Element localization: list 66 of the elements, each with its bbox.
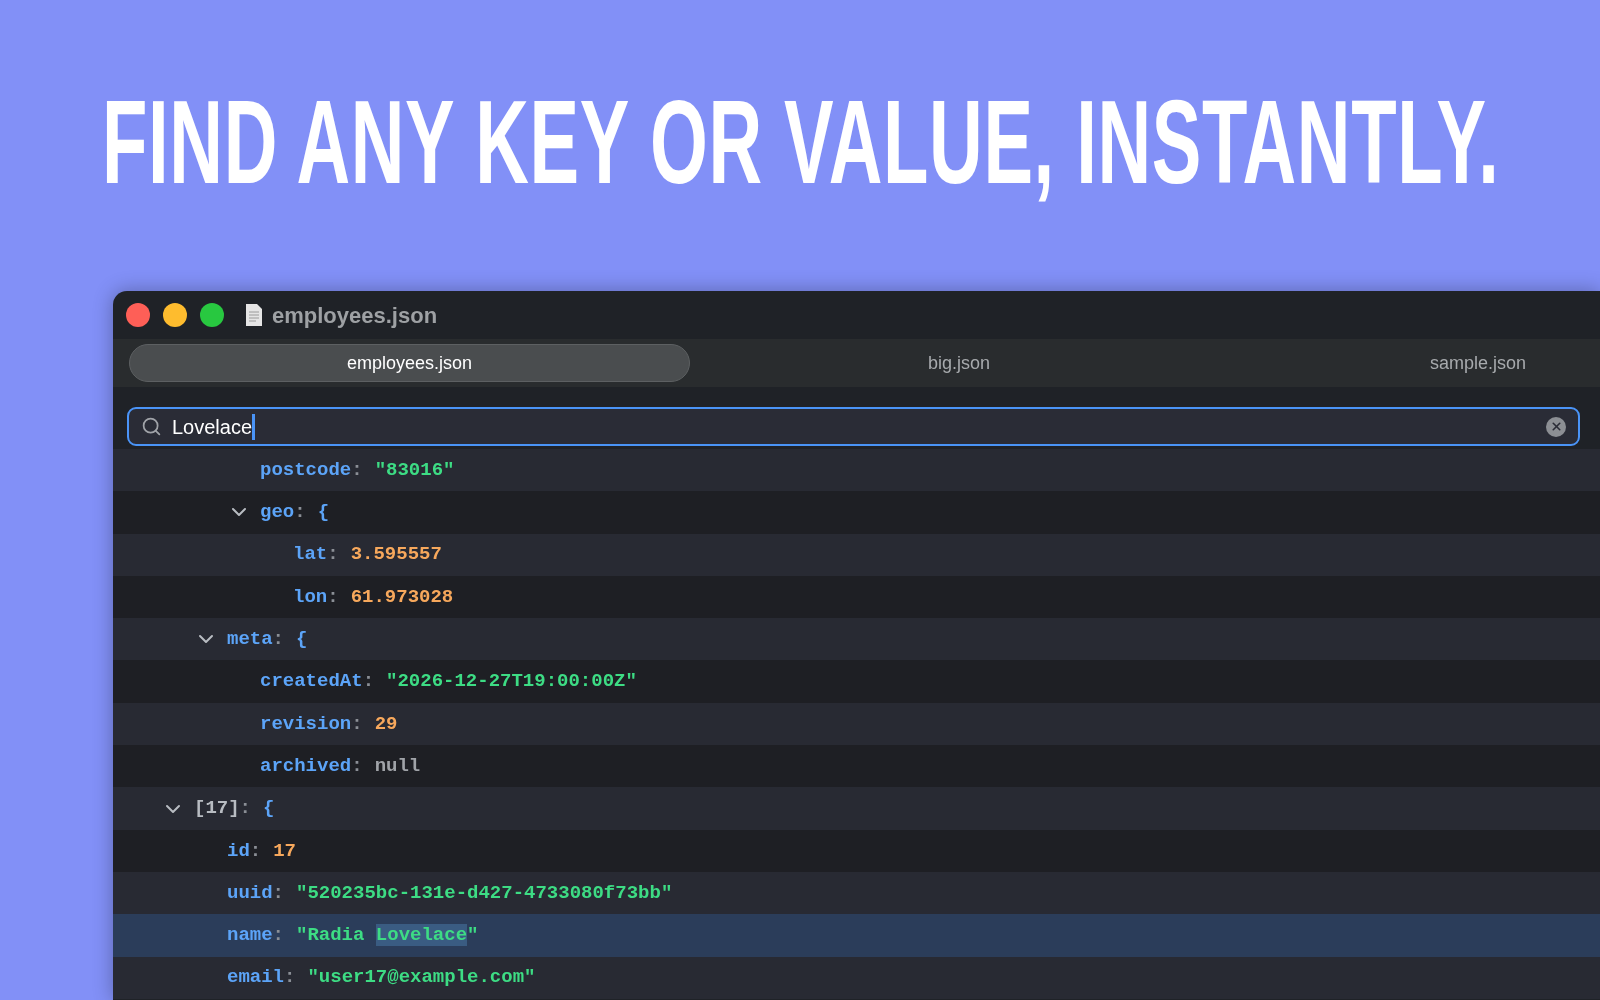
- tree-row[interactable]: archived: null: [113, 745, 1600, 788]
- colon: :: [362, 669, 375, 695]
- colon: :: [327, 542, 339, 568]
- colon: :: [294, 500, 306, 526]
- tree-row[interactable]: geo: {: [113, 491, 1600, 534]
- tree-row[interactable]: name: "Radia Lovelace": [113, 914, 1600, 957]
- json-value: "Radia Lovelace": [296, 923, 479, 949]
- tree-row[interactable]: email: "user17@example.com": [113, 956, 1600, 999]
- minimize-button[interactable]: [163, 303, 187, 327]
- tree-row[interactable]: meta: {: [113, 618, 1600, 661]
- document-icon: [245, 303, 263, 327]
- json-key: archived: [260, 751, 352, 781]
- colon: :: [272, 880, 284, 906]
- json-value: 3.595557: [350, 542, 442, 568]
- json-value: "user17@example.com": [307, 965, 536, 991]
- colon: :: [272, 923, 284, 949]
- colon: :: [351, 711, 363, 737]
- window-title: employees.json: [272, 301, 438, 330]
- json-value: "520235bc-131e-d427-4733080f73bb": [296, 880, 673, 906]
- json-value: null: [374, 753, 421, 779]
- json-value: {: [317, 500, 330, 526]
- json-key: email: [227, 963, 284, 992]
- array-index: [17]: [194, 796, 240, 822]
- maximize-button[interactable]: [200, 303, 224, 327]
- json-key: name: [227, 921, 273, 950]
- colon: :: [327, 584, 339, 610]
- close-button[interactable]: [126, 303, 150, 327]
- tree-row[interactable]: [17]: {: [113, 787, 1600, 830]
- colon: :: [351, 753, 363, 779]
- json-value: 17: [273, 838, 297, 864]
- tree-row[interactable]: uuid: "520235bc-131e-d427-4733080f73bb": [113, 871, 1600, 915]
- json-key: lon: [293, 582, 328, 612]
- colon: :: [272, 627, 284, 653]
- json-value: "83016": [374, 457, 455, 483]
- json-key: revision: [260, 709, 352, 739]
- search-icon: [141, 416, 162, 437]
- json-value: 61.973028: [350, 584, 454, 610]
- json-key: meta: [227, 625, 273, 654]
- tree-row[interactable]: lon: 61.973028: [113, 575, 1600, 619]
- colon: :: [239, 796, 251, 822]
- tree-row[interactable]: postcode: "83016": [113, 449, 1600, 492]
- colon: :: [351, 457, 363, 483]
- json-key: id: [227, 836, 250, 866]
- tree-row[interactable]: id: 17: [113, 829, 1600, 872]
- json-key: geo: [260, 498, 295, 527]
- tree-row[interactable]: revision: 29: [113, 702, 1600, 746]
- colon: :: [284, 965, 296, 991]
- headline: FIND ANY KEY OR VALUE, INSTANTLY.: [102, 78, 1500, 208]
- file-tab[interactable]: big.json: [690, 344, 1228, 382]
- text-cursor: [252, 413, 256, 440]
- json-key: postcode: [260, 455, 352, 485]
- file-tab[interactable]: sample.json: [1228, 344, 1600, 382]
- close-icon: [1549, 420, 1563, 433]
- json-key: lat: [293, 540, 328, 569]
- json-value: {: [263, 796, 275, 822]
- json-key: createdAt: [260, 667, 363, 696]
- search-field[interactable]: Lovelace: [127, 407, 1580, 446]
- json-value: 29: [374, 711, 398, 737]
- file-tab[interactable]: employees.json: [129, 344, 690, 382]
- tree-row[interactable]: createdAt: "2026-12-27T19:00:00Z": [113, 660, 1600, 703]
- clear-button[interactable]: [1546, 416, 1566, 437]
- json-value: {: [296, 627, 308, 653]
- json-key: uuid: [227, 878, 273, 908]
- colon: :: [249, 838, 262, 864]
- tree-row[interactable]: lat: 3.595557: [113, 533, 1600, 576]
- json-value: "2026-12-27T19:00:00Z": [386, 669, 637, 695]
